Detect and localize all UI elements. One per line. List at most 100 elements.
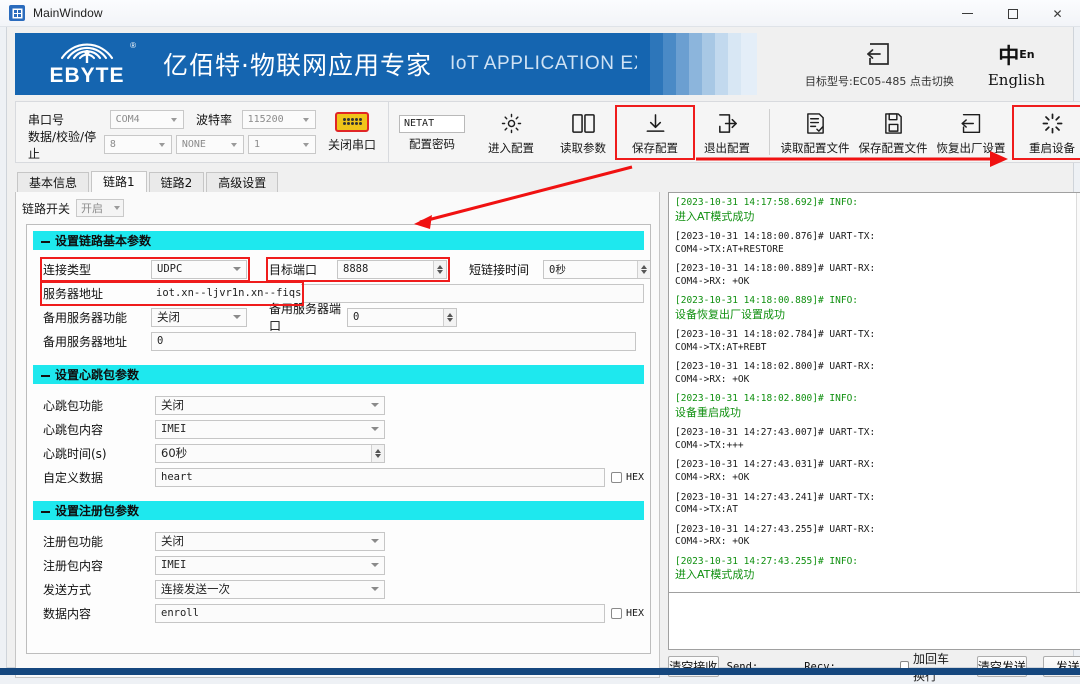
close-button[interactable]: ✕ <box>1035 0 1080 27</box>
window-titlebar: MainWindow ✕ <box>0 0 1080 27</box>
backup-server-address-input[interactable]: 0 <box>151 332 636 351</box>
log-entry-header: [2023-10-31 14:18:00.876]# UART-TX: <box>675 231 1070 244</box>
language-switch-button[interactable]: 中En English <box>988 40 1045 89</box>
tab-advanced-settings[interactable]: 高级设置 <box>206 172 278 192</box>
config-password-input[interactable] <box>399 115 465 133</box>
minimize-icon <box>962 13 973 14</box>
config-password-label: 配置密码 <box>389 136 475 152</box>
heartbeat-function-select[interactable]: 关闭 <box>155 396 385 415</box>
read-config-file-button[interactable]: 读取配置文件 <box>776 109 854 156</box>
log-entry-body: COM4->TX:AT+REBT <box>675 342 1070 355</box>
log-entry: [2023-10-31 14:27:43.255]# INFO:进入AT模式成功 <box>675 556 1070 583</box>
send-input-area[interactable] <box>668 592 1080 650</box>
banner-stripe-decoration <box>637 33 757 95</box>
heartbeat-content-label: 心跳包内容 <box>43 421 155 438</box>
conn-type-select[interactable]: UDPC <box>151 260 247 279</box>
maximize-button[interactable] <box>990 0 1035 27</box>
target-port-input[interactable]: 8888 <box>337 260 447 279</box>
heartbeat-hex-checkbox-group[interactable]: HEX <box>611 472 644 483</box>
read-params-button[interactable]: 读取参数 <box>547 109 619 156</box>
tab-link2[interactable]: 链路2 <box>149 172 205 192</box>
logo-wordmark: EBYTE <box>49 65 124 86</box>
crlf-checkbox-group[interactable]: 加回车换行 <box>900 650 961 684</box>
tab-bar: 基本信息 链路1 链路2 高级设置 <box>17 171 1073 192</box>
banner-title-cn: 亿佰特·物联网应用专家 <box>163 46 432 82</box>
section-header-register-label: 设置注册包参数 <box>55 502 139 519</box>
action-toolbar-group: 配置密码 进入配置 读取参数 <box>389 101 1080 163</box>
register-function-row: 注册包功能 关闭 <box>33 529 644 553</box>
chevron-down-icon <box>371 403 379 407</box>
log-entry-body: COM4->TX:AT+RESTORE <box>675 244 1070 257</box>
parity-select[interactable]: NONE <box>176 135 244 154</box>
section-header-heartbeat: 设置心跳包参数 <box>33 365 644 384</box>
log-entry-body: 设备恢复出厂设置成功 <box>675 308 1070 323</box>
short-link-time-input[interactable]: 0秒 <box>543 260 651 279</box>
baud-rate-select[interactable]: 115200 <box>242 110 316 129</box>
register-function-select[interactable]: 关闭 <box>155 532 385 551</box>
enter-config-button[interactable]: 进入配置 <box>475 109 547 156</box>
register-hex-checkbox[interactable] <box>611 608 622 619</box>
backup-server-function-label: 备用服务器功能 <box>43 309 151 326</box>
antenna-signal-icon: ® <box>33 42 141 64</box>
chevron-down-icon <box>231 143 237 147</box>
log-entry: [2023-10-31 14:27:43.007]# UART-TX:COM4-… <box>675 427 1070 452</box>
heartbeat-custom-data-input[interactable]: heart <box>155 468 605 487</box>
minimize-button[interactable] <box>945 0 990 27</box>
link1-panel: 链路开关 开启 设置链路基本参数 连接类型 UDPC <box>15 192 660 678</box>
data-parity-stop-label: 数据/校验/停止 <box>28 128 104 162</box>
serial-settings-group: 串口号 COM4 波特率 115200 数据/校验/停止 8 <box>15 101 389 163</box>
target-model-switch-button[interactable]: 目标型号:EC05-485 点击切换 <box>805 39 954 89</box>
main-toolbar: 串口号 COM4 波特率 115200 数据/校验/停止 8 <box>15 101 1065 163</box>
section-dash-icon <box>41 241 50 243</box>
content-area: 链路开关 开启 设置链路基本参数 连接类型 UDPC <box>15 192 1065 678</box>
section-dash-icon <box>41 511 50 513</box>
server-address-input[interactable]: iot.xn--ljvr1n.xn--fiqs8s <box>151 284 301 303</box>
register-send-mode-row: 发送方式 连接发送一次 <box>33 577 644 601</box>
serial-port-select[interactable]: COM4 <box>110 110 184 129</box>
factory-reset-button[interactable]: 恢复出厂设置 <box>932 109 1010 156</box>
spinner-icon[interactable] <box>443 309 456 326</box>
backup-server-port-input[interactable]: 0 <box>347 308 457 327</box>
heartbeat-content-value: IMEI <box>161 423 371 435</box>
spinner-icon[interactable] <box>637 261 650 278</box>
heartbeat-function-value: 关闭 <box>161 397 371 413</box>
log-entry: [2023-10-31 14:27:43.031]# UART-RX:COM4-… <box>675 459 1070 484</box>
tab-link1[interactable]: 链路1 <box>91 171 147 192</box>
server-address-input-remainder[interactable] <box>301 284 644 303</box>
ebyte-logo: ® EBYTE <box>33 42 141 86</box>
register-content-select[interactable]: IMEI <box>155 556 385 575</box>
backup-server-address-label: 备用服务器地址 <box>43 333 151 350</box>
log-panel: [2023-10-31 14:17:58.692]# INFO:进入AT模式成功… <box>668 192 1080 678</box>
data-bits-select[interactable]: 8 <box>104 135 172 154</box>
register-content-value: IMEI <box>161 559 371 571</box>
save-config-button[interactable]: 保存配置 <box>619 109 691 156</box>
heartbeat-hex-checkbox[interactable] <box>611 472 622 483</box>
language-label: English <box>988 71 1045 89</box>
chevron-down-icon <box>303 143 309 147</box>
log-entry-header: [2023-10-31 14:18:02.800]# INFO: <box>675 393 1070 406</box>
registered-mark: ® <box>130 41 136 50</box>
stop-bits-select[interactable]: 1 <box>248 135 316 154</box>
os-taskbar <box>0 668 1080 675</box>
restart-device-button[interactable]: 重启设备 <box>1016 109 1080 156</box>
log-entry: [2023-10-31 14:18:00.889]# INFO:设备恢复出厂设置… <box>675 295 1070 322</box>
heartbeat-time-input[interactable]: 60秒 <box>155 444 385 463</box>
register-hex-checkbox-group[interactable]: HEX <box>611 608 644 619</box>
heartbeat-content-select[interactable]: IMEI <box>155 420 385 439</box>
save-config-file-button[interactable]: 保存配置文件 <box>854 109 932 156</box>
tab-basic-info[interactable]: 基本信息 <box>17 172 89 192</box>
log-entry-body: COM4->RX: +OK <box>675 472 1070 485</box>
backup-server-function-select[interactable]: 关闭 <box>151 308 247 327</box>
spinner-icon[interactable] <box>371 445 384 462</box>
log-scrollbar[interactable] <box>1076 193 1080 592</box>
close-serial-button[interactable]: 关闭串口 <box>316 112 388 153</box>
link-switch-select[interactable]: 开启 <box>76 199 124 217</box>
exit-config-button[interactable]: 退出配置 <box>691 109 763 156</box>
heartbeat-hex-label: HEX <box>626 472 644 483</box>
spinner-icon[interactable] <box>433 261 446 278</box>
log-entry: [2023-10-31 14:27:43.255]# UART-RX:COM4-… <box>675 524 1070 549</box>
log-output[interactable]: [2023-10-31 14:17:58.692]# INFO:进入AT模式成功… <box>669 193 1076 592</box>
register-send-mode-select[interactable]: 连接发送一次 <box>155 580 385 599</box>
register-data-input[interactable]: enroll <box>155 604 605 623</box>
serial-format-row: 数据/校验/停止 8 NONE 1 <box>28 132 316 157</box>
